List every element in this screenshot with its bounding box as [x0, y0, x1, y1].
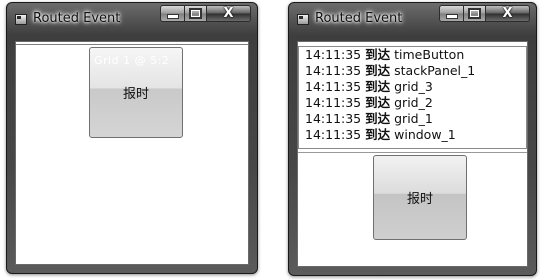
window-title: Routed Event	[33, 11, 121, 26]
minimize-button[interactable]	[160, 5, 185, 22]
maximize-icon	[468, 8, 481, 19]
button-overlay-text: Grid 1 @ 5:2	[94, 54, 170, 67]
minimize-button[interactable]	[439, 5, 464, 22]
close-button[interactable]: X	[486, 5, 530, 22]
routed-event-window-left: Routed Event X Grid 1 @ 5:2 报时	[6, 2, 258, 274]
maximize-icon	[189, 8, 202, 19]
divider	[16, 44, 248, 45]
log-item[interactable]: 14:11:35 到达 grid_2	[299, 95, 526, 111]
maximize-button[interactable]	[185, 5, 207, 22]
window-title: Routed Event	[315, 11, 403, 26]
client-area: 14:11:35 到达 timeButton 14:11:35 到达 stack…	[297, 41, 528, 267]
log-item[interactable]: 14:11:35 到达 timeButton	[299, 47, 526, 63]
report-time-button[interactable]: 报时	[373, 155, 467, 240]
log-item[interactable]: 14:11:35 到达 grid_3	[299, 79, 526, 95]
client-area: Grid 1 @ 5:2 报时	[15, 41, 249, 265]
close-icon: X	[502, 6, 513, 21]
log-item[interactable]: 14:11:35 到达 stackPanel_1	[299, 63, 526, 79]
minimize-icon	[166, 14, 179, 19]
close-button[interactable]: X	[207, 5, 251, 22]
window-icon[interactable]	[297, 14, 309, 25]
divider	[298, 152, 527, 153]
title-bar[interactable]: Routed Event X	[289, 3, 536, 41]
button-label: 报时	[406, 192, 433, 207]
button-label: 报时	[122, 87, 149, 102]
routed-event-window-right: Routed Event X 14:11:35 到达 timeButton 14…	[288, 2, 537, 276]
close-icon: X	[223, 6, 234, 21]
event-log-listbox[interactable]: 14:11:35 到达 timeButton 14:11:35 到达 stack…	[298, 46, 527, 149]
window-icon[interactable]	[15, 14, 27, 25]
log-item[interactable]: 14:11:35 到达 grid_1	[299, 111, 526, 127]
log-item[interactable]: 14:11:35 到达 window_1	[299, 127, 526, 143]
maximize-button[interactable]	[464, 5, 486, 22]
report-time-button[interactable]: Grid 1 @ 5:2 报时	[89, 47, 183, 138]
caption-buttons: X	[160, 5, 251, 22]
minimize-icon	[445, 14, 458, 19]
title-bar[interactable]: Routed Event X	[7, 3, 257, 41]
caption-buttons: X	[439, 5, 530, 22]
